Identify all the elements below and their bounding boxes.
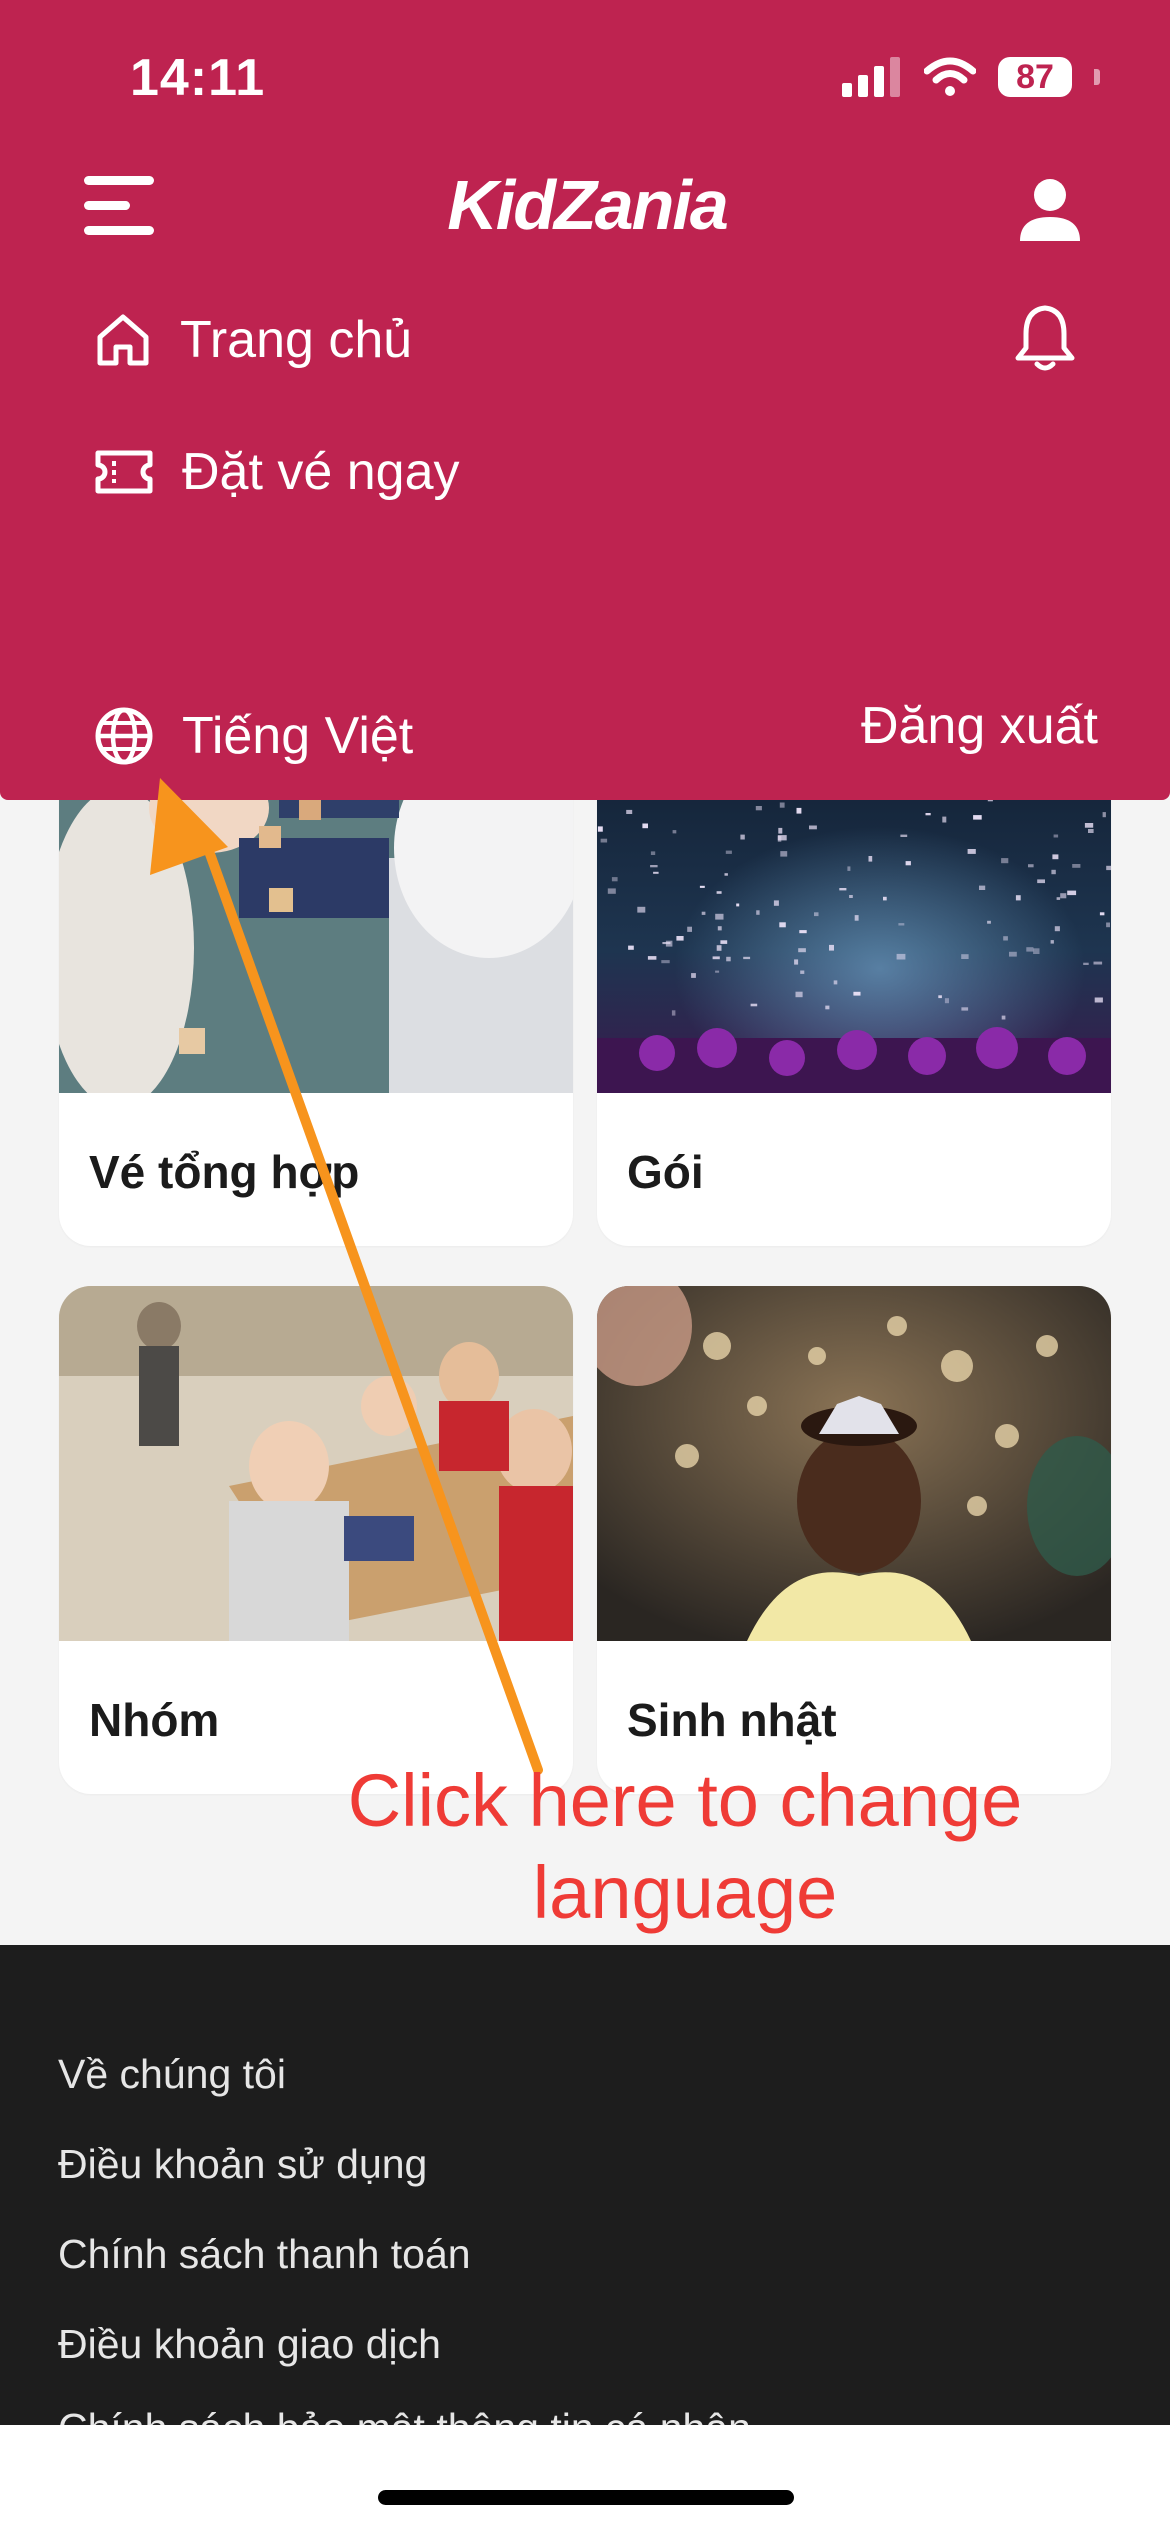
annotation-line-2: language — [532, 1851, 838, 1934]
annotation-line-1: Click here to change — [347, 1759, 1023, 1842]
home-indicator — [378, 2490, 794, 2505]
annotation-arrow — [150, 778, 543, 1775]
annotation-text: Click here to change language — [300, 1755, 1070, 1939]
